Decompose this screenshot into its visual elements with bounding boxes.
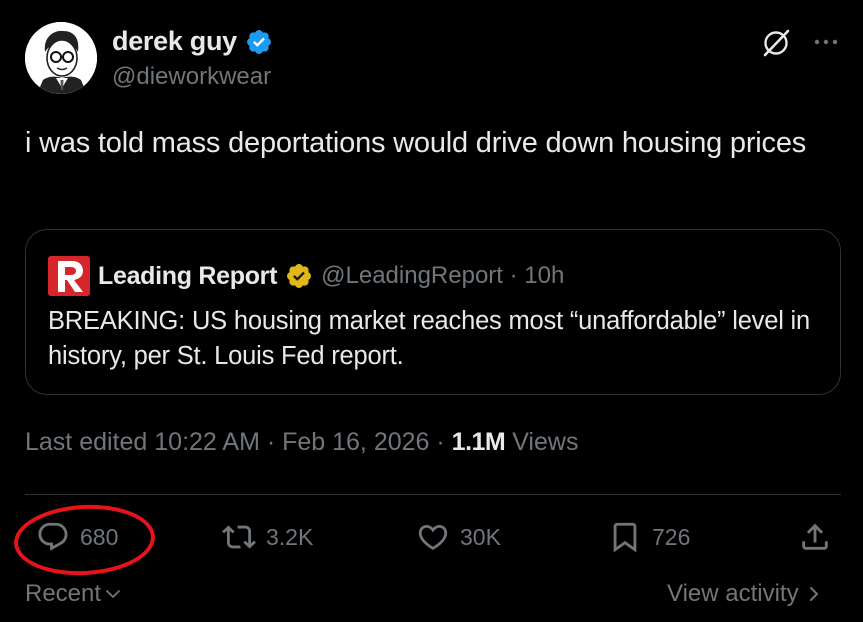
leading-report-logo-icon — [48, 256, 90, 296]
like-count: 30K — [460, 523, 501, 550]
heart-icon — [418, 524, 448, 550]
repost-button[interactable]: 3.2K — [222, 520, 313, 554]
chevron-right-icon — [809, 587, 818, 601]
author-name-row[interactable]: derek guy — [112, 26, 273, 57]
cartoon-portrait-icon — [25, 22, 97, 94]
share-icon — [802, 523, 828, 550]
reply-icon — [38, 522, 68, 551]
quoted-tweet-header: Leading Report @LeadingReport · 10h — [48, 256, 564, 296]
reply-count: 680 — [80, 523, 119, 550]
bookmark-icon — [613, 522, 637, 553]
quoted-author-name[interactable]: Leading Report — [98, 262, 277, 291]
views-label: Views — [505, 428, 579, 456]
share-button[interactable] — [798, 520, 832, 554]
sort-label: Recent — [25, 580, 102, 607]
quoted-handle-time[interactable]: @LeadingReport · 10h — [321, 262, 564, 290]
repost-icon — [222, 525, 256, 549]
avatar[interactable] — [25, 22, 97, 94]
bookmark-button[interactable]: 726 — [608, 520, 690, 554]
quoted-tweet-text: BREAKING: US housing market reaches most… — [48, 307, 810, 370]
bookmark-count: 726 — [652, 523, 691, 550]
view-activity-link[interactable]: View activity — [667, 580, 823, 608]
like-button[interactable]: 30K — [416, 520, 501, 554]
verified-badge-icon[interactable] — [245, 28, 273, 56]
tweet-detail: derek guy @dieworkwear i was told mass d… — [0, 0, 863, 622]
divider — [25, 494, 841, 495]
author-handle[interactable]: @dieworkwear — [112, 63, 271, 91]
more-options-icon[interactable] — [812, 28, 840, 56]
tweet-meta: Last edited 10:22 AM · Feb 16, 2026 · 1.… — [25, 428, 578, 457]
repost-count: 3.2K — [266, 523, 314, 550]
views-count: 1.1M — [451, 428, 506, 456]
tweet-text: i was told mass deportations would drive… — [25, 127, 807, 159]
view-activity-label: View activity — [667, 580, 799, 607]
gold-verified-badge-icon[interactable] — [285, 262, 313, 290]
author-display-name[interactable]: derek guy — [112, 26, 237, 57]
reply-button[interactable]: 680 — [36, 520, 118, 554]
chevron-down-icon — [106, 590, 120, 598]
quoted-tweet-card[interactable]: Leading Report @LeadingReport · 10h BREA… — [25, 229, 841, 395]
grok-icon[interactable] — [760, 27, 792, 59]
edited-timestamp[interactable]: Last edited 10:22 AM · Feb 16, 2026 · — [25, 428, 452, 456]
sort-replies-dropdown[interactable]: Recent — [25, 580, 123, 608]
